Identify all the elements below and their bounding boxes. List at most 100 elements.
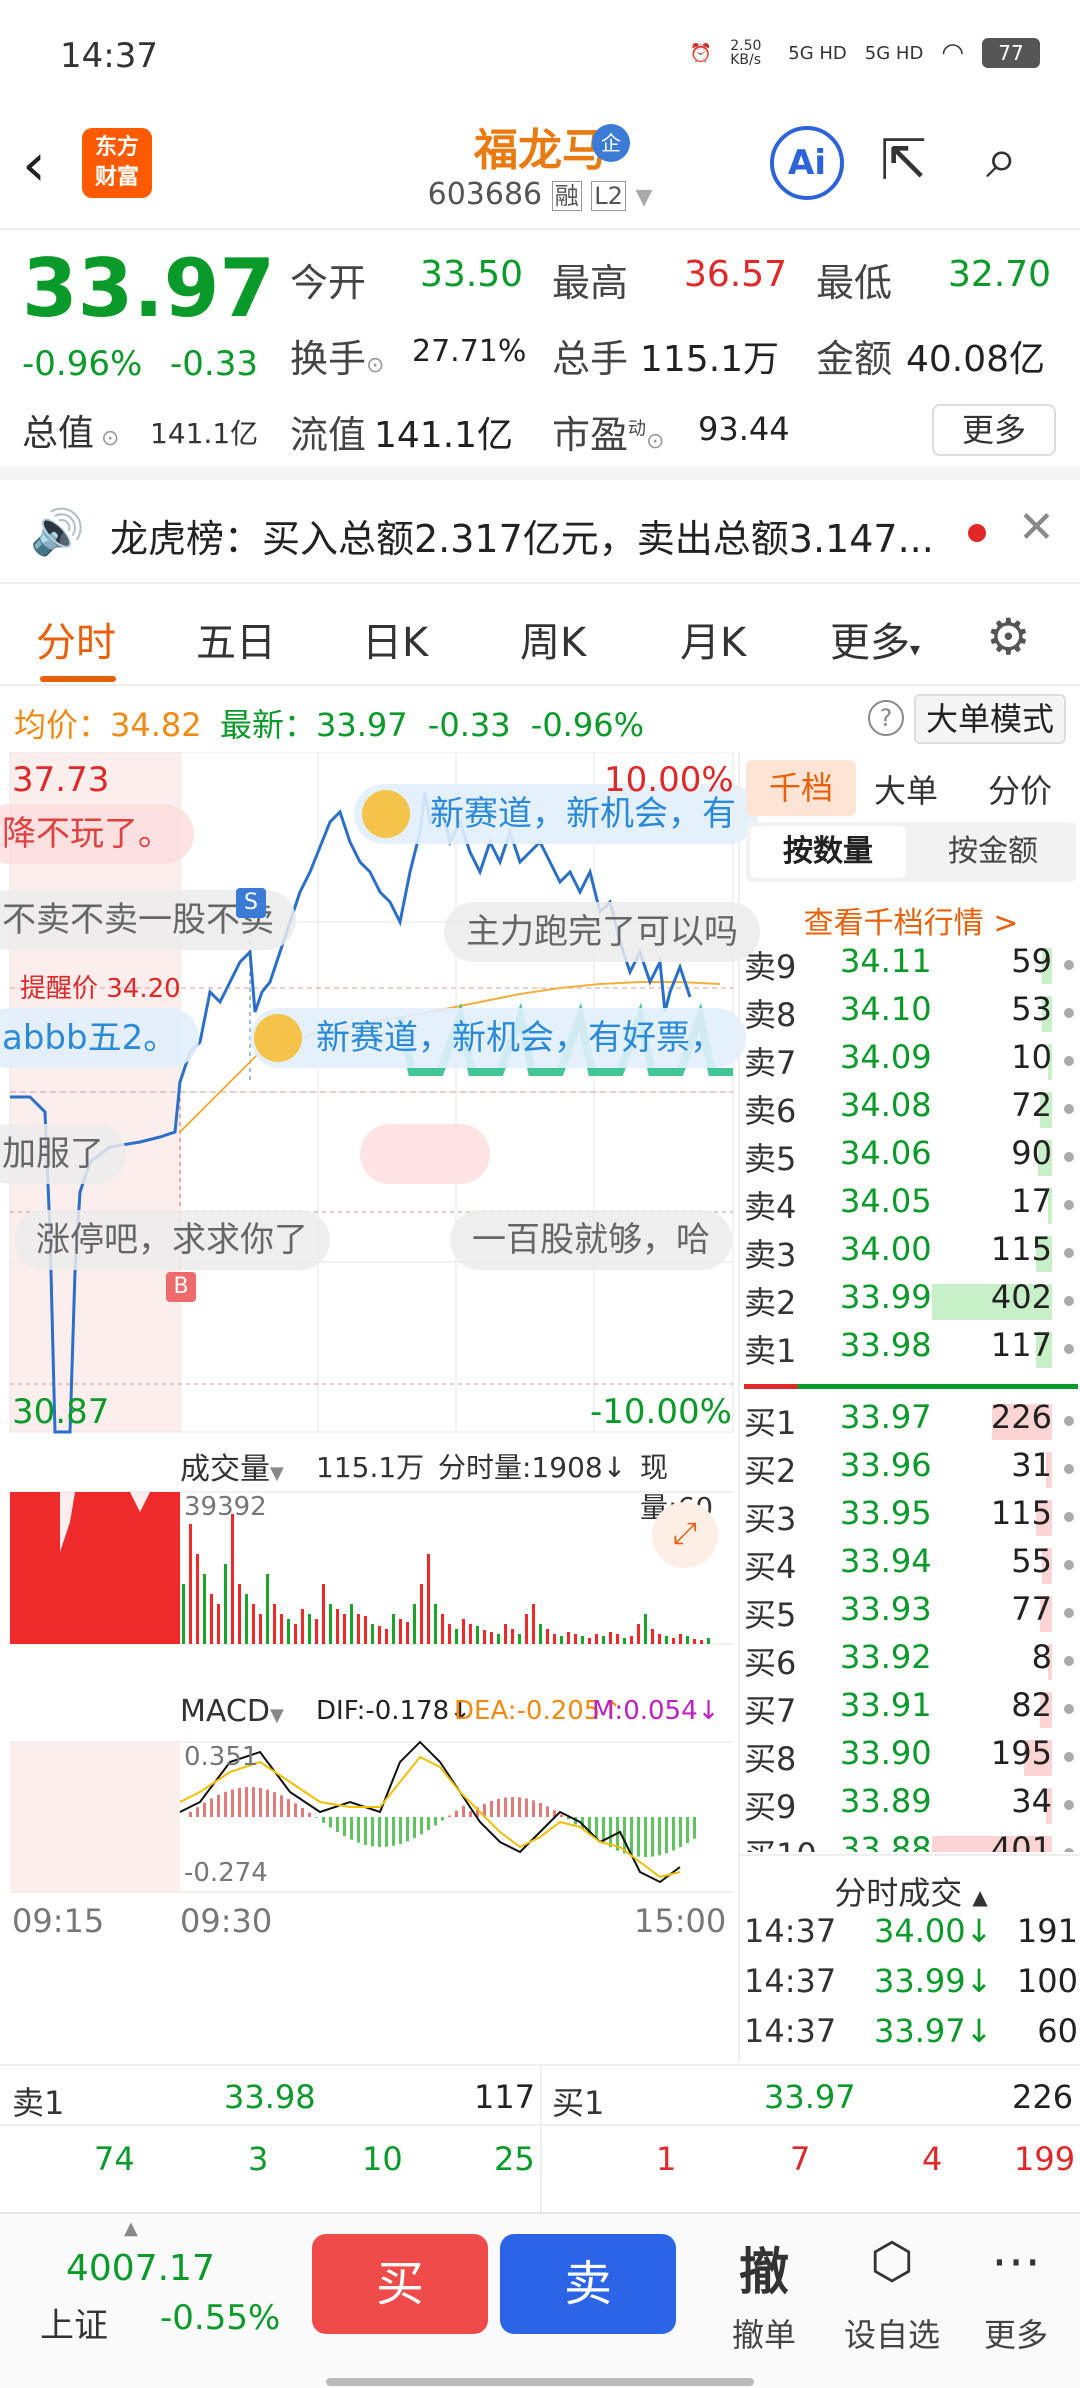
volume-bar [420, 1584, 423, 1644]
tab-weekly-k[interactable]: 周K [520, 610, 586, 668]
volume-bar [686, 1636, 689, 1644]
level-label: 买1 [744, 1404, 797, 1442]
amount-value: 40.08亿 [906, 339, 1046, 380]
tab-intraday[interactable]: 分时 [36, 610, 116, 668]
big-order-mode-button[interactable]: 大单模式 [914, 694, 1066, 744]
volume-bar [588, 1638, 591, 1644]
news-banner[interactable]: 🔊 龙虎榜：买入总额2.317亿元，卖出总额3.147... ✕ [0, 480, 1080, 584]
comment-bubble[interactable]: abbb五2。 [0, 1008, 200, 1068]
macd-bar [693, 1817, 696, 1839]
comment-bubble[interactable]: 加服了 [0, 1124, 126, 1184]
intraday-chart[interactable]: 降不玩了。 新赛道，新机会，有 不卖不卖一股不卖 主力跑完了可以吗 abbb五2… [0, 752, 760, 2062]
comment-bubble[interactable]: 新赛道，新机会，有好票， [250, 1008, 746, 1068]
more-dots-icon[interactable]: ⋯ [956, 2232, 1076, 2290]
tab-more[interactable]: 更多▾ [830, 610, 920, 668]
bid-level-row[interactable]: 买6 33.92 8 [740, 1638, 1080, 1686]
comment-bubble[interactable] [360, 1124, 490, 1184]
add-watchlist-label[interactable]: 设自选 [832, 2310, 952, 2356]
info-icon: ⊙ [366, 353, 385, 378]
bid-level-row[interactable]: 买7 33.91 82 [740, 1686, 1080, 1734]
macd-bar [497, 1798, 500, 1817]
pe-label[interactable]: 市盈动⊙ [552, 404, 664, 459]
bid-levels: 买1 33.97 226 买2 33.96 31 买3 33.95 115 买4 33.94 55 买5… [740, 752, 1080, 1852]
ai-button[interactable]: Ai [770, 126, 844, 200]
status-bar: 14:37 ⏰ 2.50 KB/s 5G HD 5G HD ◠ 77 [0, 0, 1080, 110]
expand-icon[interactable]: ⤢ [652, 1502, 718, 1568]
sell-button[interactable]: 卖 [500, 2234, 676, 2334]
macd-bar [511, 1797, 514, 1817]
macd-bar [413, 1817, 416, 1839]
index-value[interactable]: 4007.17 [66, 2248, 215, 2289]
macd-bar [609, 1817, 612, 1848]
buy-marker[interactable]: B [166, 1272, 196, 1302]
tab-monthly-k[interactable]: 月K [680, 610, 746, 668]
market-cap-label[interactable]: 总值 ⊙ [22, 404, 119, 456]
comment-bubble[interactable]: 主力跑完了可以吗 [444, 902, 760, 962]
level-label: 买10 [744, 1830, 817, 1852]
level-volume: 195 [990, 1734, 1052, 1772]
tab-daily-k[interactable]: 日K [362, 610, 428, 668]
macd-bar [406, 1817, 409, 1842]
level-price: 33.93 [840, 1590, 932, 1628]
time-and-sales-title[interactable]: 分时成交 ▲ [740, 1868, 1080, 1914]
bid-level-row[interactable]: 买5 33.93 77 [740, 1590, 1080, 1638]
volume-indicator-select[interactable]: 成交量▼ [180, 1444, 284, 1488]
level-label: 买7 [744, 1692, 797, 1730]
sell-marker[interactable]: S [236, 888, 266, 918]
turnover-label[interactable]: 换手⊙ [290, 328, 384, 383]
macd-bar [595, 1817, 598, 1839]
chevron-down-icon: ▼ [635, 185, 653, 210]
volume-bar [231, 1514, 234, 1644]
volume-bar [546, 1629, 549, 1644]
bid-queue-item: 199 [1014, 2140, 1076, 2178]
volume-bar [273, 1604, 276, 1644]
more-label[interactable]: 更多 [956, 2310, 1076, 2356]
level-label: 买5 [744, 1596, 797, 1634]
volume-bar [504, 1624, 507, 1644]
comment-bubble[interactable]: 一百股就够，哈 [450, 1210, 732, 1270]
volume-bar [476, 1626, 479, 1644]
macd-bar [525, 1798, 528, 1817]
l1-ask-price: 33.98 [224, 2078, 316, 2116]
bid-level-row[interactable]: 买4 33.94 55 [740, 1542, 1080, 1590]
cancel-order-icon[interactable]: 撤 [704, 2232, 824, 2304]
tab-five-day[interactable]: 五日 [196, 610, 276, 668]
volume-bar [469, 1624, 472, 1644]
volume-bar [518, 1634, 521, 1644]
bid-level-row[interactable]: 买1 33.97 226 [740, 1398, 1080, 1446]
macd-bar [392, 1817, 395, 1846]
search-icon[interactable]: ⌕ [986, 126, 1017, 192]
high-label: 最高 [552, 261, 629, 305]
volume-bar [574, 1634, 577, 1644]
macd-bar [210, 1798, 213, 1817]
volume-bar [707, 1638, 710, 1644]
macd-bar [469, 1811, 472, 1817]
settings-gear-icon[interactable]: ⚙ [986, 608, 1031, 666]
volume-bar [280, 1614, 283, 1644]
more-fields-button[interactable]: 更多 [932, 404, 1056, 456]
pe-dynamic-tag: 动 [628, 418, 647, 440]
bid-level-row[interactable]: 买9 33.89 34 [740, 1782, 1080, 1830]
bid-level-row[interactable]: 买2 33.96 31 [740, 1446, 1080, 1494]
level-dot [1064, 1464, 1074, 1474]
alert-price-label[interactable]: 提醒价 34.20 [20, 968, 181, 1005]
close-icon[interactable]: ✕ [1018, 502, 1055, 553]
buy-button[interactable]: 买 [312, 2234, 488, 2334]
bid-level-row[interactable]: 买8 33.90 195 [740, 1734, 1080, 1782]
pct-low-label: -10.00% [590, 1392, 732, 1432]
comment-bubble[interactable]: 涨停吧，求求你了 [14, 1210, 330, 1270]
volume-bar [623, 1638, 626, 1644]
bid-level-row[interactable]: 买3 33.95 115 [740, 1494, 1080, 1542]
macd-bar [455, 1810, 458, 1817]
bid-level-row[interactable]: 买10 33.88 401 [740, 1830, 1080, 1852]
share-icon[interactable]: ⇱ [880, 128, 927, 193]
tape-volume: 191 [1016, 1912, 1078, 1950]
help-icon[interactable]: ? [868, 700, 904, 736]
net-speed: 2.50 KB/s [730, 38, 762, 68]
chevron-up-icon[interactable]: ▲ [124, 2218, 138, 2239]
cancel-order-label[interactable]: 撤单 [704, 2310, 824, 2356]
comment-bubble[interactable]: 降不玩了。 [0, 804, 194, 864]
index-name: 上证 [40, 2306, 108, 2346]
macd-indicator-select[interactable]: MACD▼ [180, 1694, 284, 1729]
add-watchlist-icon[interactable]: ⬡ [832, 2232, 952, 2290]
